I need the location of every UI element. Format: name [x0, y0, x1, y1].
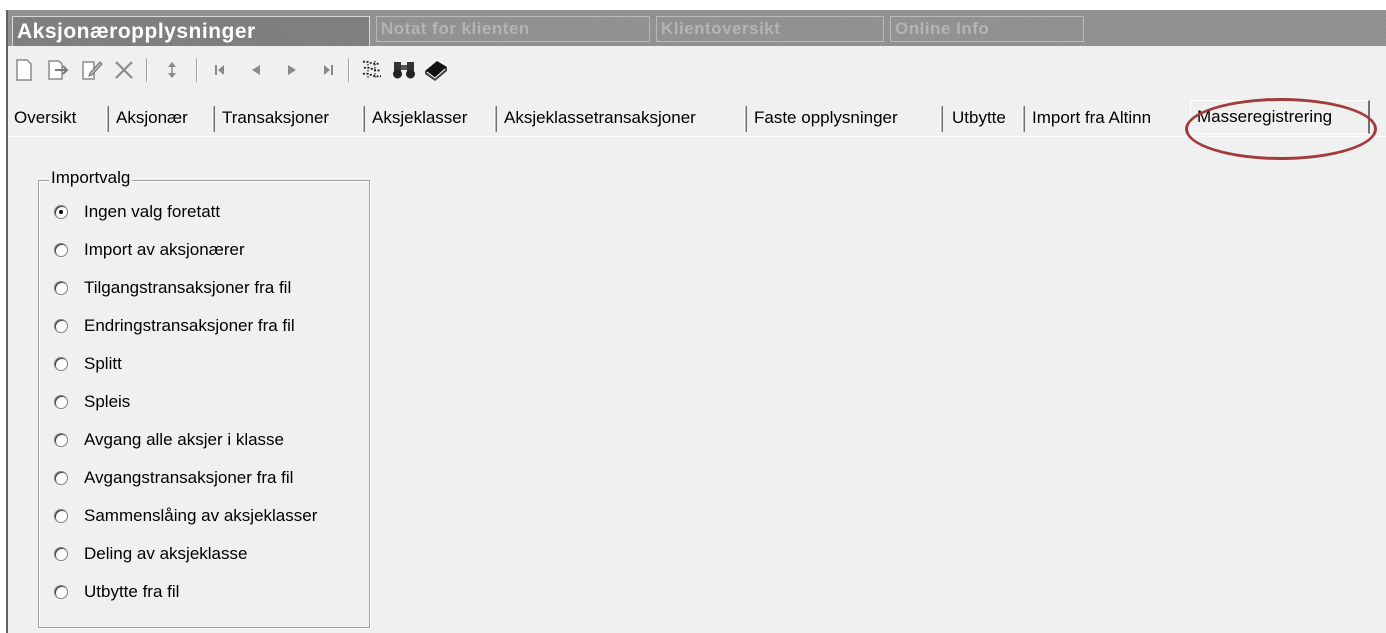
tab-label: Utbytte: [952, 108, 1006, 127]
tab-divider: [362, 106, 365, 132]
map-icon[interactable]: [358, 56, 386, 84]
tab-transaksjoner[interactable]: Transaksjoner: [222, 106, 329, 130]
window-tab-label: Online Info: [895, 19, 990, 38]
radio-button[interactable]: [54, 319, 68, 333]
tab-divider: [1022, 106, 1025, 132]
radio-label: Tilgangstransaksjoner fra fil: [84, 278, 292, 297]
radio-label: Avgangstransaksjoner fra fil: [84, 468, 294, 487]
tab-label: Aksjonær: [116, 108, 188, 127]
window-tab-label: Aksjonæropplysninger: [17, 19, 256, 43]
highlight-annotation: [1185, 98, 1377, 160]
toolbar-separator: [348, 58, 350, 82]
radio-button[interactable]: [54, 357, 68, 371]
toolbar-separator: [196, 58, 198, 82]
radio-button[interactable]: [54, 243, 68, 257]
radio-button[interactable]: [54, 471, 68, 485]
tab-faste-opplysninger[interactable]: Faste opplysninger: [754, 106, 898, 130]
radio-label: Endringstransaksjoner fra fil: [84, 316, 295, 335]
radio-label: Utbytte fra fil: [84, 582, 180, 601]
radio-label: Sammenslåing av aksjeklasser: [84, 506, 318, 525]
radio-avgangstransaksjoner[interactable]: Avgangstransaksjoner fra fil: [54, 465, 293, 491]
radio-button[interactable]: [54, 433, 68, 447]
radio-endringstransaksjoner[interactable]: Endringstransaksjoner fra fil: [54, 313, 295, 339]
tab-divider: [106, 106, 109, 132]
tab-divider: [494, 106, 497, 132]
tab-aksjeklasser[interactable]: Aksjeklasser: [372, 106, 467, 130]
radio-label: Avgang alle aksjer i klasse: [84, 430, 285, 449]
tab-label: Oversikt: [14, 108, 77, 127]
previous-record-icon[interactable]: [242, 56, 270, 84]
tab-divider: [212, 106, 215, 132]
toolbar-separator: [146, 58, 148, 82]
radio-deling-aksjeklasse[interactable]: Deling av aksjeklasse: [54, 541, 247, 567]
binoculars-icon[interactable]: [390, 56, 418, 84]
groupbox-title: Importvalg: [49, 168, 133, 188]
tab-label: Faste opplysninger: [754, 108, 898, 127]
radio-tilgangstransaksjoner[interactable]: Tilgangstransaksjoner fra fil: [54, 275, 291, 301]
radio-splitt[interactable]: Splitt: [54, 351, 122, 377]
radio-button[interactable]: [54, 205, 68, 219]
radio-button[interactable]: [54, 509, 68, 523]
radio-ingen-valg[interactable]: Ingen valg foretatt: [54, 199, 220, 225]
window-tab-label: Klientoversikt: [661, 19, 781, 38]
radio-label: Deling av aksjeklasse: [84, 544, 248, 563]
tab-strip: Oversikt Aksjonær Transaksjoner Aksjekla…: [8, 94, 1386, 140]
window-tab-notat[interactable]: Notat for klienten: [376, 16, 650, 42]
tab-aksjonaer[interactable]: Aksjonær: [116, 106, 188, 130]
book-icon[interactable]: [422, 56, 450, 84]
next-record-icon[interactable]: [278, 56, 306, 84]
toolbar: [8, 48, 1386, 92]
tab-divider: [744, 106, 747, 132]
radio-label: Spleis: [84, 392, 131, 411]
radio-label: Import av aksjonærer: [84, 240, 245, 259]
edit-icon[interactable]: [78, 56, 106, 84]
radio-sammenslaaing[interactable]: Sammenslåing av aksjeklasser: [54, 503, 317, 529]
window-tab-label: Notat for klienten: [381, 19, 530, 38]
tab-divider: [940, 106, 943, 132]
tab-utbytte[interactable]: Utbytte: [952, 106, 1006, 130]
refresh-icon[interactable]: [158, 56, 186, 84]
radio-label: Ingen valg foretatt: [84, 202, 221, 221]
tab-label: Aksjeklasser: [372, 108, 468, 127]
radio-utbytte-fra-fil[interactable]: Utbytte fra fil: [54, 579, 179, 605]
radio-button[interactable]: [54, 395, 68, 409]
radio-button[interactable]: [54, 585, 68, 599]
radio-spleis[interactable]: Spleis: [54, 389, 130, 415]
radio-avgang-alle-aksjer[interactable]: Avgang alle aksjer i klasse: [54, 427, 284, 453]
tab-aksjeklassetransaksjoner[interactable]: Aksjeklassetransaksjoner: [504, 106, 696, 130]
delete-icon[interactable]: [110, 56, 138, 84]
window-tab-bar: Aksjonæropplysninger Notat for klienten …: [8, 10, 1386, 46]
tab-import-fra-altinn[interactable]: Import fra Altinn: [1032, 106, 1151, 130]
window-tab-online-info[interactable]: Online Info: [890, 16, 1084, 42]
tab-oversikt[interactable]: Oversikt: [14, 106, 76, 130]
tab-baseline: [8, 136, 1386, 137]
export-icon[interactable]: [44, 56, 72, 84]
tab-label: Transaksjoner: [222, 108, 330, 127]
radio-label: Splitt: [84, 354, 122, 373]
application-window: Aksjonæropplysninger Notat for klienten …: [6, 10, 1386, 633]
radio-button[interactable]: [54, 281, 68, 295]
tab-label: Aksjeklassetransaksjoner: [504, 108, 696, 127]
radio-button[interactable]: [54, 547, 68, 561]
radio-import-aksjonaerer[interactable]: Import av aksjonærer: [54, 237, 245, 263]
last-record-icon[interactable]: [312, 56, 340, 84]
tab-label: Import fra Altinn: [1032, 108, 1152, 127]
window-tab-aksjonaeropplysninger[interactable]: Aksjonæropplysninger: [12, 16, 370, 46]
new-document-icon[interactable]: [10, 56, 38, 84]
first-record-icon[interactable]: [208, 56, 236, 84]
window-tab-klientoversikt[interactable]: Klientoversikt: [656, 16, 884, 42]
